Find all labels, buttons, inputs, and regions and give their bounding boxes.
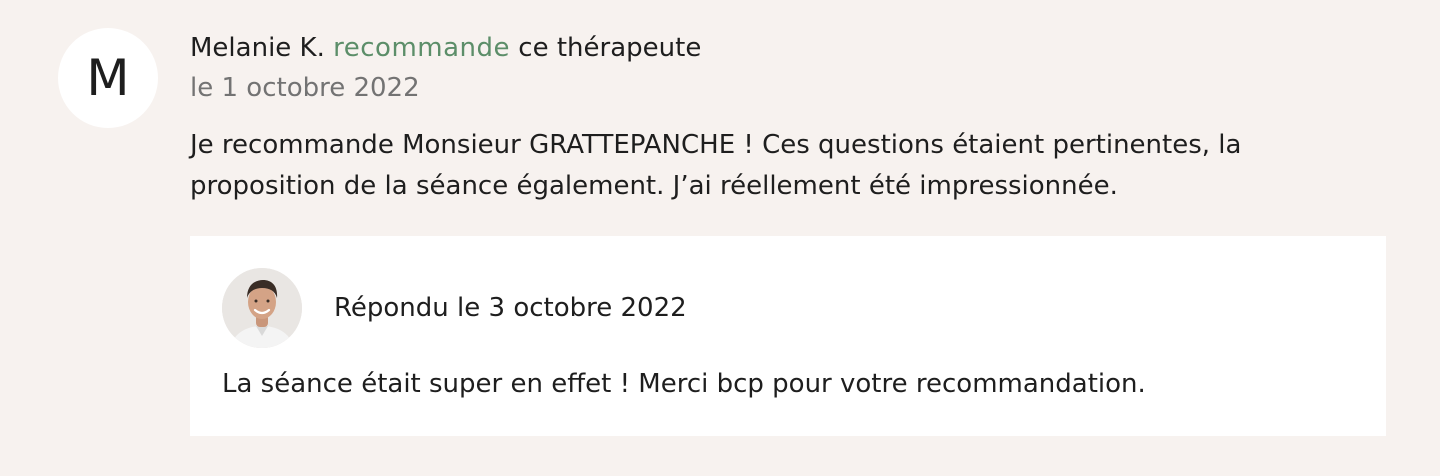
reply-text: La séance était super en effet ! Merci b… (222, 369, 1146, 399)
review-date: le 1 octobre 2022 (190, 73, 420, 103)
reviewer-name: Melanie K. (190, 33, 325, 63)
recommendation-suffix: ce thérapeute (518, 33, 702, 63)
recommendation-verb: recommande (333, 33, 511, 63)
reviewer-avatar: M (58, 28, 158, 128)
review-text: Je recommande Monsieur GRATTEPANCHE ! Ce… (190, 130, 1242, 201)
therapist-photo-icon (222, 268, 302, 348)
reviewer-initial: M (86, 49, 130, 107)
review-author-line: Melanie K. recommande ce thérapeute (190, 30, 701, 66)
therapist-avatar (222, 268, 302, 348)
therapist-reply-card: Répondu le 3 octobre 2022 La séance étai… (190, 236, 1386, 436)
reply-date: Répondu le 3 octobre 2022 (334, 293, 687, 323)
